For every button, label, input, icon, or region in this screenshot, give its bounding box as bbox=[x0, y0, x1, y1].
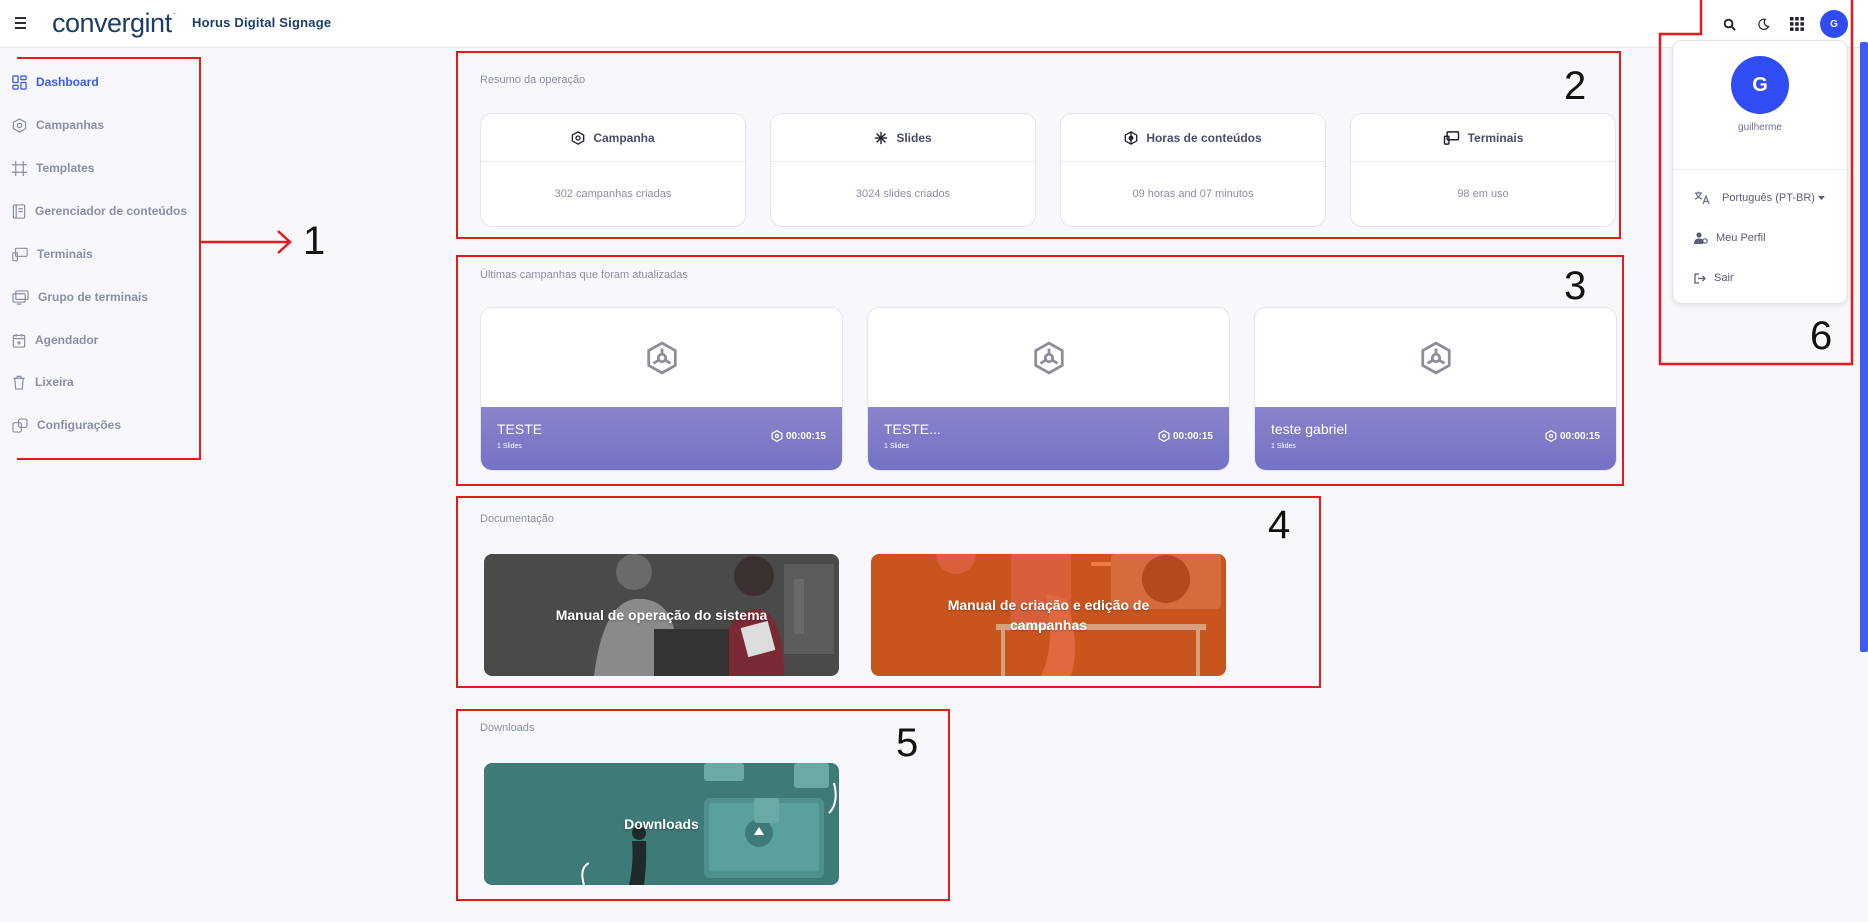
stat-card-horas[interactable]: Horas de conteúdos 09 horas and 07 minut… bbox=[1060, 113, 1326, 227]
recent-label: Últimas campanhas que foram atualizadas bbox=[480, 269, 688, 281]
campaign-card[interactable]: TESTE... 1 Slides 00:00:15 bbox=[867, 307, 1230, 471]
sidebar-item-label: Campanhas bbox=[36, 118, 105, 132]
stat-value: 3024 slides criados bbox=[855, 188, 951, 200]
duration-icon bbox=[1158, 430, 1170, 442]
trash-icon bbox=[13, 375, 25, 390]
docs-label: Documentação bbox=[480, 513, 554, 525]
terminal-group-icon bbox=[12, 289, 29, 305]
annotation-number-2: 2 bbox=[1564, 64, 1587, 108]
campaign-duration: 00:00:15 bbox=[1545, 430, 1600, 442]
sidebar-item-label: Configurações bbox=[37, 418, 122, 432]
duration-value: 00:00:15 bbox=[1172, 430, 1213, 442]
doc-title: Manual de criação e edição de campanhas bbox=[947, 597, 1150, 633]
campaign-card[interactable]: TESTE 1 Slides 00:00:15 bbox=[480, 307, 843, 471]
duration-icon bbox=[1545, 430, 1557, 442]
stat-card-campanha[interactable]: Campanha 302 campanhas criadas bbox=[480, 113, 746, 227]
stat-card-slides[interactable]: Slides 3024 slides criados bbox=[770, 113, 1036, 227]
duration-value: 00:00:15 bbox=[1559, 430, 1600, 442]
annotation-number-3: 3 bbox=[1564, 264, 1587, 308]
app-title: Horus Digital Signage bbox=[192, 15, 332, 30]
campaign-slides: 1 Slides bbox=[884, 443, 909, 450]
sidebar-item-label: Agendador bbox=[35, 333, 99, 347]
stat-title: Horas de conteúdos bbox=[1146, 130, 1262, 145]
download-title: Downloads bbox=[624, 816, 699, 832]
duration-icon bbox=[771, 430, 783, 442]
annotation-number-4: 4 bbox=[1268, 503, 1291, 547]
campaign-name: TESTE... bbox=[884, 421, 941, 437]
sidebar-item-lixeira[interactable]: Lixeira bbox=[12, 372, 74, 392]
duration-value: 00:00:15 bbox=[785, 430, 826, 442]
hours-icon bbox=[1124, 130, 1138, 145]
menu-icon[interactable] bbox=[13, 15, 29, 31]
campaign-info-band: TESTE 1 Slides 00:00:15 bbox=[481, 407, 842, 470]
logo-text: convergint bbox=[52, 8, 172, 38]
downloads-label: Downloads bbox=[480, 722, 535, 734]
stat-title: Campanha bbox=[593, 130, 655, 145]
campaign-icon bbox=[12, 117, 27, 133]
campaign-info-band: TESTE... 1 Slides 00:00:15 bbox=[868, 407, 1229, 470]
scrollbar-thumb[interactable] bbox=[1860, 42, 1868, 652]
dashboard-icon bbox=[12, 74, 27, 90]
content-manager-icon bbox=[12, 203, 26, 219]
crop-icon bbox=[12, 160, 27, 176]
sidebar-item-dashboard[interactable]: Dashboard bbox=[12, 72, 99, 92]
stat-title: Terminais bbox=[1467, 130, 1524, 145]
stat-card-terminais[interactable]: Terminais 98 em uso bbox=[1350, 113, 1616, 227]
annotation-box-6 bbox=[1658, 0, 1854, 366]
sidebar-item-terminais[interactable]: Terminais bbox=[12, 244, 93, 264]
sidebar-item-label: Terminais bbox=[37, 247, 93, 261]
terminal-icon bbox=[1443, 130, 1459, 145]
manual-campanhas-card[interactable]: Manual de criação e edição de campanhas bbox=[871, 554, 1226, 676]
sidebar-item-label: Grupo de terminais bbox=[38, 290, 149, 304]
doc-title: Manual de operação do sistema bbox=[555, 607, 768, 623]
campaign-placeholder-icon bbox=[1420, 341, 1451, 375]
annotation-number-1: 1 bbox=[303, 219, 326, 263]
settings-icon bbox=[12, 417, 28, 433]
campaign-slides: 1 Slides bbox=[497, 443, 522, 450]
campaign-info-band: teste gabriel 1 Slides 00:00:15 bbox=[1255, 407, 1616, 470]
summary-label: Resumo da operação bbox=[480, 74, 586, 86]
sidebar-item-grupo-terminais[interactable]: Grupo de terminais bbox=[12, 287, 148, 307]
sidebar-item-agendador[interactable]: Agendador bbox=[12, 330, 98, 350]
annotation-arrow bbox=[200, 230, 292, 254]
campaign-placeholder-icon bbox=[646, 341, 677, 375]
manual-operacao-card[interactable]: Manual de operação do sistema bbox=[484, 554, 839, 676]
sidebar-item-conteudos[interactable]: Gerenciador de conteúdos bbox=[12, 201, 187, 221]
annotation-number-5: 5 bbox=[896, 721, 919, 765]
campaign-card[interactable]: teste gabriel 1 Slides 00:00:15 bbox=[1254, 307, 1617, 471]
logo[interactable]: convergint· bbox=[52, 8, 175, 39]
sidebar: Dashboard Campanhas Templates Gerenciado… bbox=[0, 48, 200, 922]
sidebar-item-label: Dashboard bbox=[36, 75, 99, 89]
slides-icon bbox=[875, 131, 888, 144]
campaign-name: teste gabriel bbox=[1271, 421, 1348, 437]
stat-value: 98 em uso bbox=[1457, 188, 1509, 200]
campaign-placeholder-icon bbox=[1033, 341, 1064, 375]
campaign-icon bbox=[571, 130, 585, 145]
calendar-icon bbox=[12, 333, 26, 348]
sidebar-item-campanhas[interactable]: Campanhas bbox=[12, 115, 104, 135]
stat-value: 09 horas and 07 minutos bbox=[1132, 188, 1254, 200]
campaign-duration: 00:00:15 bbox=[771, 430, 826, 442]
sidebar-item-label: Gerenciador de conteúdos bbox=[35, 204, 188, 218]
logo-mark: · bbox=[172, 8, 176, 18]
sidebar-item-label: Lixeira bbox=[35, 375, 74, 389]
terminal-icon bbox=[12, 247, 28, 261]
stat-title: Slides bbox=[896, 130, 932, 145]
downloads-card[interactable]: Downloads bbox=[484, 763, 839, 885]
annotation-number-6: 6 bbox=[1810, 314, 1833, 358]
stat-value: 302 campanhas criadas bbox=[554, 188, 672, 200]
sidebar-item-label: Templates bbox=[36, 161, 95, 175]
top-bar: convergint· Horus Digital Signage G bbox=[0, 0, 1868, 48]
campaign-slides: 1 Slides bbox=[1271, 443, 1296, 450]
campaign-duration: 00:00:15 bbox=[1158, 430, 1213, 442]
sidebar-item-templates[interactable]: Templates bbox=[12, 158, 94, 178]
campaign-name: TESTE bbox=[497, 421, 543, 437]
sidebar-item-configuracoes[interactable]: Configurações bbox=[12, 415, 121, 435]
